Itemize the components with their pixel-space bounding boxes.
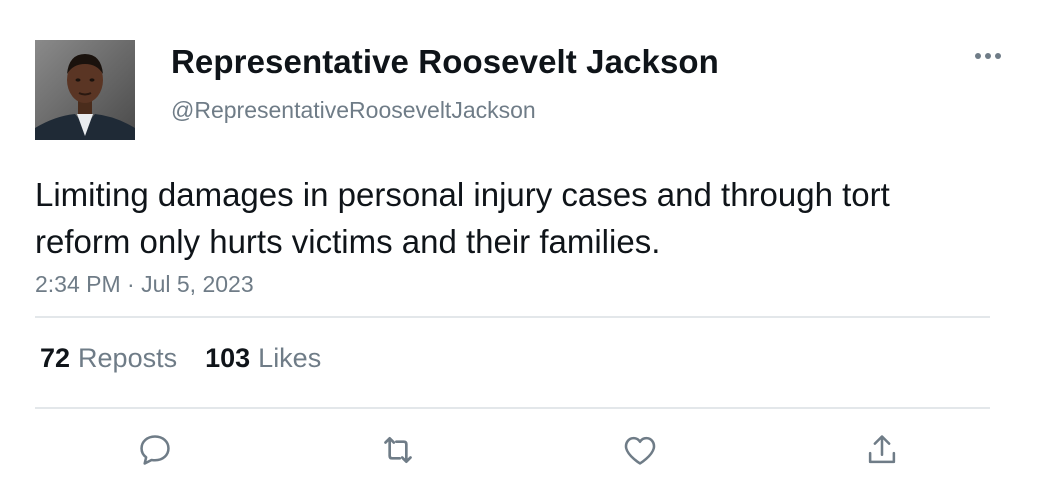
share-upload-icon: [868, 435, 896, 464]
divider: [35, 407, 990, 409]
avatar[interactable]: [35, 40, 135, 140]
username-handle[interactable]: @RepresentativeRooseveltJackson: [171, 97, 536, 124]
retweet-arrows-icon: [384, 437, 412, 463]
tweet-text: Limiting damages in personal injury case…: [35, 176, 890, 260]
likes-count: 103: [205, 343, 251, 373]
reposts-count: 72: [40, 343, 71, 373]
repost-button[interactable]: [376, 428, 420, 472]
reposts-label: Reposts: [78, 343, 178, 373]
tweet-card: Representative Roosevelt Jackson @Repres…: [0, 0, 1050, 480]
likes-stat[interactable]: 103 Likes: [205, 343, 321, 374]
reply-button[interactable]: [133, 428, 177, 472]
divider: [35, 316, 990, 318]
share-button[interactable]: [860, 428, 904, 472]
chat-bubble-icon: [140, 435, 170, 465]
likes-label: Likes: [258, 343, 322, 373]
tweet-timestamp[interactable]: 2:34 PM · Jul 5, 2023: [35, 271, 254, 298]
engagement-stats: 72 Reposts 103 Likes: [40, 343, 321, 374]
like-button[interactable]: [618, 428, 662, 472]
more-options-button[interactable]: [968, 40, 1008, 72]
heart-icon: [624, 436, 656, 465]
display-name[interactable]: Representative Roosevelt Jackson: [171, 43, 719, 81]
ellipsis-icon: [975, 53, 1001, 59]
reposts-stat[interactable]: 72 Reposts: [40, 343, 177, 374]
avatar-portrait: [35, 40, 135, 140]
